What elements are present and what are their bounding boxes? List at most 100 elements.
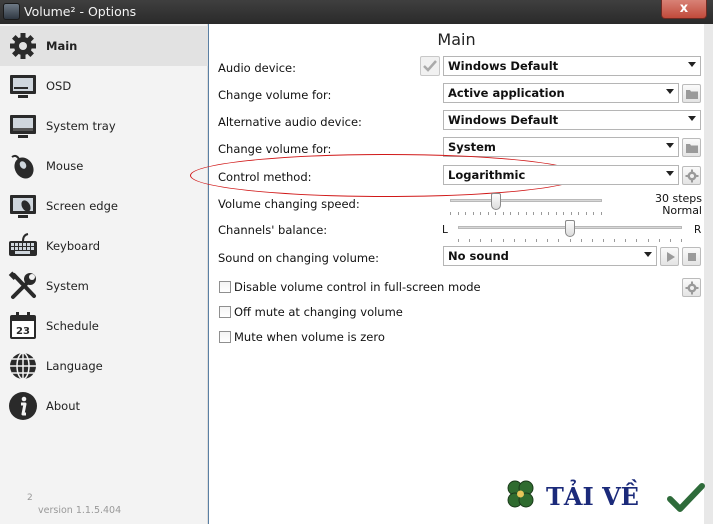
version-label: version 1.1.5.404 — [38, 505, 122, 516]
slider-tick — [548, 212, 549, 215]
sidebar-item-label: Language — [46, 359, 103, 373]
slider-tick — [480, 212, 481, 215]
off-mute-checkbox[interactable] — [219, 306, 231, 318]
play-icon — [667, 252, 675, 262]
audio-device-checkbox[interactable] — [420, 56, 440, 76]
sidebar-item-mouse[interactable]: Mouse — [0, 146, 208, 186]
speed-label: Volume changing speed: — [218, 197, 360, 211]
chevron-down-icon — [688, 62, 696, 67]
sidebar-item-label: About — [46, 399, 81, 413]
change-volume-label-2: Change volume for: — [218, 142, 332, 156]
slider-tick — [458, 212, 459, 215]
slider-tick — [533, 212, 534, 215]
audio-device-value: Windows Default — [448, 59, 559, 73]
sound-label: Sound on changing volume: — [218, 251, 380, 265]
slider-tick — [603, 239, 604, 242]
slider-tick — [458, 239, 459, 242]
ok-button[interactable] — [666, 481, 706, 515]
browse-folder-button[interactable] — [682, 84, 701, 103]
slider-tick — [558, 239, 559, 242]
speed-slider-thumb[interactable] — [490, 193, 501, 210]
control-method-label: Control method: — [218, 170, 312, 184]
info-icon — [9, 392, 37, 420]
change-volume-select-2[interactable]: System — [443, 137, 679, 157]
off-mute-checkbox-label: Off mute at changing volume — [234, 305, 403, 319]
sound-value: No sound — [448, 249, 509, 263]
sidebar-item-osd[interactable]: OSD — [0, 66, 208, 106]
browse-folder-button-2[interactable] — [682, 138, 701, 157]
slider-tick — [510, 212, 511, 215]
sound-select[interactable]: No sound — [443, 246, 657, 266]
fullscreen-settings-button[interactable] — [682, 278, 701, 297]
chevron-down-icon — [666, 143, 674, 148]
sidebar-item-system[interactable]: System — [0, 266, 208, 306]
slider-tick — [491, 239, 492, 242]
fullscreen-checkbox-label: Disable volume control in full-screen mo… — [234, 280, 481, 294]
control-method-select[interactable]: Logarithmic — [443, 165, 679, 185]
slider-tick — [586, 212, 587, 215]
slider-tick — [480, 239, 481, 242]
system-tray-icon — [10, 115, 36, 138]
sidebar-item-label: Mouse — [46, 159, 84, 173]
monitor-icon — [10, 75, 36, 98]
balance-left-label: L — [442, 224, 448, 236]
mute-zero-checkbox-label: Mute when volume is zero — [234, 330, 385, 344]
balance-label: Channels' balance: — [218, 223, 328, 237]
sidebar-item-label: OSD — [46, 79, 72, 93]
close-button[interactable]: x — [661, 0, 707, 19]
globe-icon — [10, 352, 36, 380]
audio-device-select[interactable]: Windows Default — [443, 56, 701, 76]
sidebar-item-label: Main — [46, 39, 78, 53]
sidebar-item-language[interactable]: Language — [0, 346, 208, 386]
chevron-down-icon — [688, 116, 696, 121]
calendar-icon: 23 — [10, 312, 36, 339]
folder-icon — [686, 90, 698, 99]
play-sound-button[interactable] — [660, 247, 679, 266]
watermark-logo: TẢI VỀ — [507, 479, 639, 511]
speed-value: 30 steps Normal — [640, 193, 702, 217]
sidebar-item-system-tray[interactable]: System tray — [0, 106, 208, 146]
slider-tick — [495, 212, 496, 215]
slider-tick — [636, 239, 637, 242]
tools-icon — [8, 271, 36, 299]
app-icon — [3, 3, 20, 20]
slider-tick — [659, 239, 660, 242]
scrollbar[interactable] — [704, 24, 713, 524]
slider-tick — [465, 212, 466, 215]
sidebar-item-screen-edge[interactable]: Screen edge — [0, 186, 208, 226]
slider-tick — [563, 212, 564, 215]
version-superscript: 2 — [27, 493, 33, 503]
sidebar-item-about[interactable]: About — [0, 386, 208, 426]
mouse-icon — [11, 154, 34, 179]
balance-slider-thumb[interactable] — [565, 220, 575, 237]
slider-tick — [514, 239, 515, 242]
sidebar-item-label: Schedule — [46, 319, 99, 333]
slider-tick — [593, 212, 594, 215]
speed-mode: Normal — [662, 204, 702, 217]
change-volume-select[interactable]: Active application — [443, 83, 679, 103]
change-volume-label: Change volume for: — [218, 88, 332, 102]
sidebar-item-keyboard[interactable]: Keyboard — [0, 226, 208, 266]
change-volume-value-2: System — [448, 140, 496, 154]
slider-tick — [571, 212, 572, 215]
gear-icon — [10, 33, 36, 59]
slider-tick — [526, 212, 527, 215]
sidebar-item-main[interactable]: Main — [0, 26, 208, 66]
folder-icon — [686, 144, 698, 153]
alt-audio-device-select[interactable]: Windows Default — [443, 110, 701, 130]
calendar-day: 23 — [16, 326, 30, 337]
slider-tick — [556, 212, 557, 215]
slider-tick — [625, 239, 626, 242]
stop-icon — [688, 253, 696, 261]
fullscreen-checkbox[interactable] — [219, 281, 231, 293]
slider-tick — [681, 239, 682, 242]
slider-tick — [469, 239, 470, 242]
sidebar-item-schedule[interactable]: 23 Schedule — [0, 306, 208, 346]
keyboard-icon — [9, 233, 37, 256]
gear-icon — [685, 281, 699, 295]
speed-slider-track[interactable] — [450, 199, 602, 202]
mute-zero-checkbox[interactable] — [219, 331, 231, 343]
alt-audio-device-value: Windows Default — [448, 113, 559, 127]
stop-sound-button[interactable] — [682, 247, 701, 266]
control-method-settings-button[interactable] — [682, 166, 701, 185]
